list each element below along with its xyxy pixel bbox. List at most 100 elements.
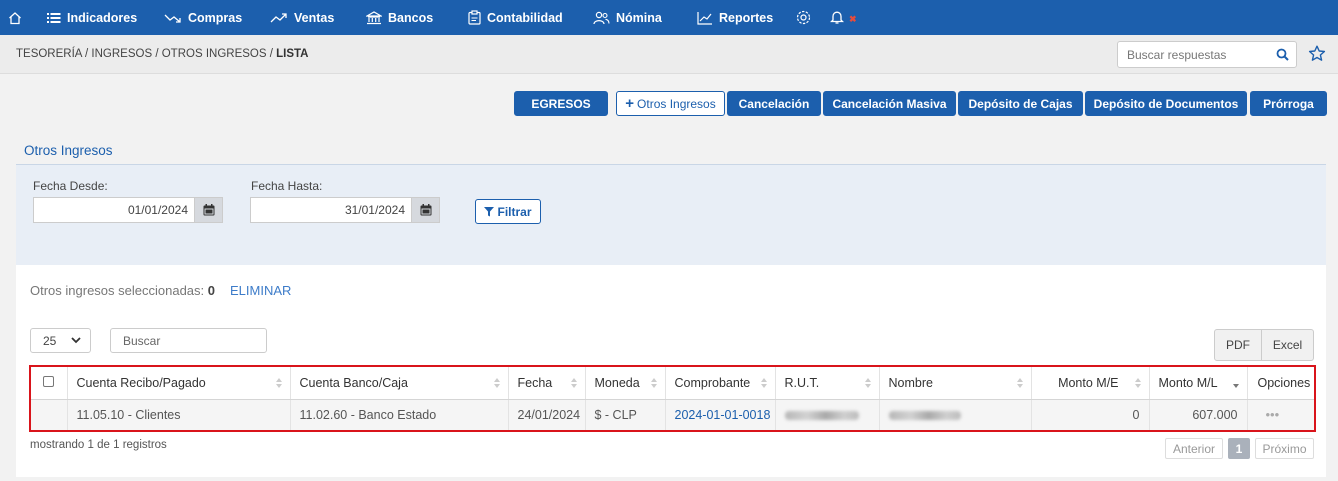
col-nombre[interactable]: Nombre bbox=[879, 367, 1032, 400]
nav-ventas[interactable]: Ventas bbox=[270, 0, 334, 35]
help-search-input[interactable] bbox=[1117, 41, 1297, 68]
pdf-button[interactable]: PDF bbox=[1214, 329, 1262, 361]
more-options-icon: ••• bbox=[1265, 407, 1280, 423]
filtrar-button-label: Filtrar bbox=[497, 204, 532, 219]
col-monto-ml[interactable]: Monto M/L bbox=[1149, 367, 1248, 400]
nav-indicadores[interactable]: Indicadores bbox=[47, 0, 137, 35]
cell-cuenta-recibo: 11.05.10 - Clientes bbox=[67, 399, 291, 430]
settings-button[interactable] bbox=[795, 0, 818, 35]
selection-count: 0 bbox=[207, 283, 216, 298]
chevron-down-icon bbox=[71, 337, 81, 344]
bell-icon bbox=[830, 11, 844, 24]
col-fecha[interactable]: Fecha bbox=[508, 367, 586, 400]
selection-info: Otros ingresos seleccionadas: 0 bbox=[30, 283, 215, 298]
nav-nomina[interactable]: Nómina bbox=[593, 0, 662, 35]
cell-monto-ml: 607.000 bbox=[1149, 399, 1248, 430]
pagination-page-1[interactable]: 1 bbox=[1228, 438, 1250, 459]
breadcrumb-otros-ingresos[interactable]: OTROS INGRESOS bbox=[162, 48, 267, 60]
nav-contabilidad[interactable]: Contabilidad bbox=[468, 0, 563, 35]
breadcrumb-ingresos[interactable]: INGRESOS bbox=[91, 48, 152, 60]
users-icon bbox=[593, 11, 610, 24]
cell-moneda: $ - CLP bbox=[585, 399, 666, 430]
sort-icon bbox=[1016, 378, 1023, 388]
pagination-next-button[interactable]: Próximo bbox=[1255, 438, 1314, 459]
sort-desc-icon bbox=[1232, 384, 1239, 388]
highlighted-table-region: Cuenta Recibo/Pagado Cuenta Banco/Caja F… bbox=[29, 365, 1316, 432]
cancelacion-masiva-button[interactable]: Cancelación Masiva bbox=[823, 91, 956, 116]
page-size-select[interactable]: 25 bbox=[30, 328, 91, 353]
eliminar-link[interactable]: ELIMINAR bbox=[230, 283, 291, 298]
bank-icon bbox=[366, 10, 382, 24]
nav-ventas-label: Ventas bbox=[294, 10, 335, 25]
chart-line-icon bbox=[697, 11, 712, 25]
sort-icon bbox=[864, 378, 871, 388]
sort-icon bbox=[493, 378, 500, 388]
page-size-value: 25 bbox=[43, 333, 57, 348]
selection-text: Otros ingresos seleccionadas: bbox=[30, 283, 205, 298]
redacted-nombre bbox=[888, 410, 961, 420]
trend-up-icon bbox=[270, 12, 287, 22]
cancelacion-button[interactable]: Cancelación bbox=[727, 91, 821, 116]
excel-button[interactable]: Excel bbox=[1261, 329, 1314, 361]
col-moneda[interactable]: Moneda bbox=[585, 367, 666, 400]
nav-contabilidad-label: Contabilidad bbox=[487, 10, 563, 25]
select-all-cell bbox=[31, 367, 68, 400]
table-row[interactable]: 11.05.10 - Clientes 11.02.60 - Banco Est… bbox=[31, 399, 1314, 430]
fecha-hasta-input[interactable] bbox=[250, 197, 411, 223]
egresos-button[interactable]: EGRESOS bbox=[514, 91, 608, 116]
notifications-button[interactable] bbox=[830, 0, 850, 35]
fecha-hasta-label: Fecha Hasta: bbox=[251, 179, 323, 193]
otros-ingresos-button[interactable]: + Otros Ingresos bbox=[616, 91, 725, 116]
redacted-rut bbox=[784, 410, 859, 420]
fecha-desde-input[interactable] bbox=[33, 197, 194, 223]
clipboard-icon bbox=[468, 10, 481, 25]
cell-rut bbox=[775, 399, 880, 430]
nav-reportes-label: Reportes bbox=[719, 10, 774, 25]
prorroga-button[interactable]: Prórroga bbox=[1250, 91, 1327, 116]
home-icon[interactable] bbox=[1, 0, 29, 35]
col-cuenta-banco[interactable]: Cuenta Banco/Caja bbox=[290, 367, 509, 400]
sort-icon bbox=[1134, 378, 1141, 388]
filter-icon bbox=[484, 206, 495, 216]
calendar-icon bbox=[203, 204, 214, 216]
records-info: mostrando 1 de 1 registros bbox=[30, 439, 167, 451]
row-select-cell bbox=[31, 399, 68, 430]
fecha-hasta-calendar-button[interactable] bbox=[411, 197, 440, 223]
trend-down-icon bbox=[164, 14, 181, 23]
nav-compras[interactable]: Compras bbox=[164, 0, 242, 35]
col-rut[interactable]: R.U.T. bbox=[775, 367, 880, 400]
cell-comprobante-link[interactable]: 2024-01-01-0018 bbox=[665, 399, 776, 430]
tab-otros-ingresos[interactable]: Otros Ingresos bbox=[16, 140, 121, 166]
col-monto-me[interactable]: Monto M/E bbox=[1031, 367, 1150, 400]
filtrar-button[interactable]: Filtrar bbox=[475, 199, 541, 224]
gear-icon bbox=[796, 10, 811, 25]
table-search-input[interactable] bbox=[110, 328, 267, 353]
favorite-star-icon[interactable] bbox=[1308, 45, 1326, 62]
cell-fecha: 24/01/2024 bbox=[508, 399, 586, 430]
cell-nombre bbox=[879, 399, 1032, 430]
search-icon[interactable] bbox=[1276, 48, 1289, 61]
sort-icon bbox=[275, 378, 282, 388]
select-all-checkbox[interactable] bbox=[43, 375, 55, 387]
cell-monto-me: 0 bbox=[1031, 399, 1150, 430]
list-icon bbox=[47, 12, 61, 23]
sort-icon bbox=[650, 378, 657, 388]
nav-nomina-label: Nómina bbox=[616, 10, 662, 25]
otros-ingresos-table: Cuenta Recibo/Pagado Cuenta Banco/Caja F… bbox=[31, 367, 1314, 430]
plus-icon: + bbox=[625, 95, 635, 112]
nav-bancos-label: Bancos bbox=[388, 10, 434, 25]
col-cuenta-recibo[interactable]: Cuenta Recibo/Pagado bbox=[67, 367, 291, 400]
deposito-documentos-button[interactable]: Depósito de Documentos bbox=[1085, 91, 1247, 116]
deposito-cajas-button[interactable]: Depósito de Cajas bbox=[958, 91, 1083, 116]
breadcrumb-tesoreria[interactable]: TESORERÍA bbox=[16, 48, 82, 60]
nav-reportes[interactable]: Reportes bbox=[697, 0, 773, 35]
col-comprobante[interactable]: Comprobante bbox=[665, 367, 776, 400]
nav-bancos[interactable]: Bancos bbox=[366, 0, 433, 35]
row-options-button[interactable]: ••• bbox=[1247, 399, 1314, 430]
fecha-desde-label: Fecha Desde: bbox=[33, 179, 108, 193]
pagination-prev-button[interactable]: Anterior bbox=[1165, 438, 1223, 459]
fecha-desde-calendar-button[interactable] bbox=[194, 197, 223, 223]
cell-cuenta-banco: 11.02.60 - Banco Estado bbox=[290, 399, 509, 430]
notification-badge-icon: ✖ bbox=[849, 14, 857, 24]
sort-icon bbox=[570, 378, 577, 388]
